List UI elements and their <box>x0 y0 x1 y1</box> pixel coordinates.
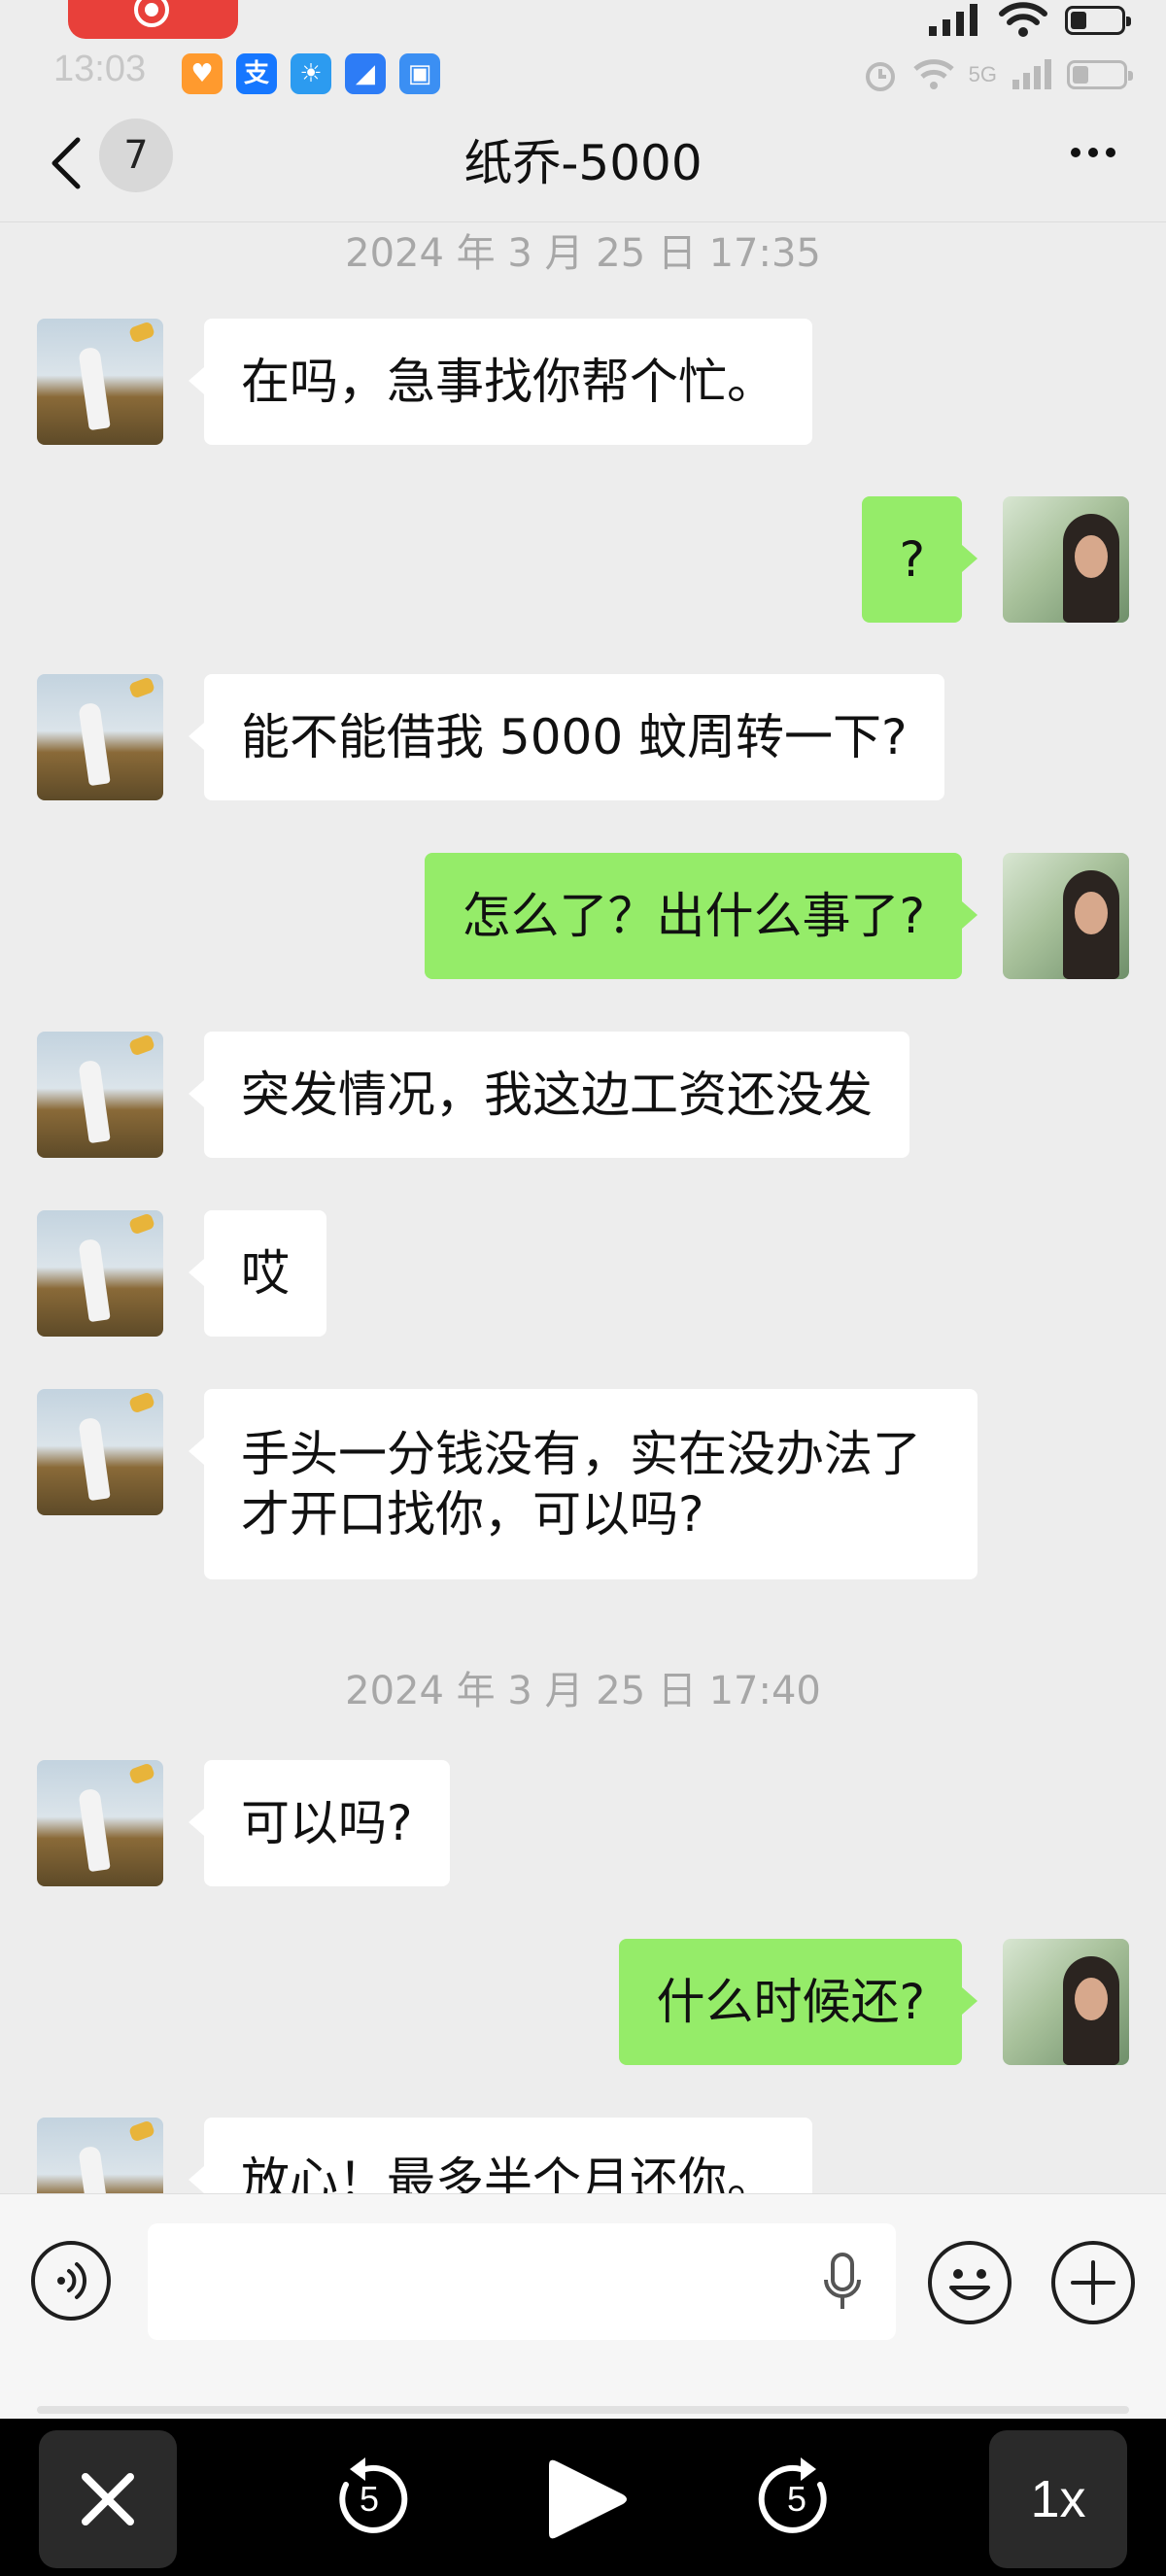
close-icon <box>82 2473 134 2525</box>
rewind-seconds: 5 <box>359 2479 380 2519</box>
play-icon[interactable] <box>539 2430 636 2568</box>
chat-header: 7 纸乔-5000 <box>0 107 1166 222</box>
chat-title: 纸乔-5000 <box>463 135 703 191</box>
playback-controls: 5 5 1x <box>0 2419 1166 2576</box>
smiley-icon <box>949 2269 990 2300</box>
more-functions-button[interactable] <box>1051 2241 1135 2324</box>
battery-small-icon <box>1067 60 1133 89</box>
voice-wave-icon <box>57 2262 87 2299</box>
message-bubble[interactable]: 在吗，急事找你帮个忙。 <box>189 319 812 445</box>
contact-avatar[interactable] <box>37 1389 163 1515</box>
network-type-label: 5G <box>968 62 997 86</box>
alipay-icon: 支 <box>236 53 277 94</box>
compass-app-icon: ◢ <box>345 53 386 94</box>
status-time: 13:03 <box>53 49 147 89</box>
more-options-icon[interactable] <box>1071 148 1115 157</box>
message-bubble[interactable]: 突发情况，我这边工资还没发 <box>189 1032 909 1158</box>
battery-icon <box>1065 6 1131 35</box>
message-bubble[interactable]: 哎 <box>189 1210 326 1337</box>
secondary-status-indicators: 5G <box>862 56 1133 93</box>
forward-seconds: 5 <box>786 2479 807 2519</box>
signal-small-icon <box>1012 59 1051 89</box>
system-indicators <box>927 2 1131 39</box>
microphone-icon[interactable] <box>821 2251 864 2315</box>
forward-button[interactable]: 5 <box>748 2430 845 2568</box>
contact-avatar[interactable] <box>37 1032 163 1158</box>
wifi-icon <box>999 2 1047 37</box>
contact-avatar[interactable] <box>37 1210 163 1337</box>
chat-input-bar <box>0 2193 1166 2420</box>
plus-icon <box>1071 2260 1115 2305</box>
home-indicator <box>37 2406 1129 2414</box>
wifi-small-icon <box>912 59 954 89</box>
message-bubble[interactable]: 放心！最多半个月还你。 <box>189 2118 812 2193</box>
message-bubble[interactable]: ? <box>862 496 977 623</box>
message-bubble[interactable]: 怎么了？出什么事了? <box>425 853 977 979</box>
emoji-button[interactable] <box>928 2241 1012 2324</box>
message-timestamp: 2024 年 3 月 25 日 17:40 <box>345 1669 821 1713</box>
message-bubble[interactable]: 能不能借我 5000 蚊周转一下? <box>189 674 944 800</box>
message-bubble[interactable]: 什么时候还? <box>619 1939 977 2065</box>
message-list[interactable]: 2024 年 3 月 25 日 17:35 在吗，急事找你帮个忙。 ? 能不能借… <box>0 221 1166 2193</box>
user-avatar[interactable] <box>1003 496 1129 623</box>
playback-speed-button[interactable]: 1x <box>989 2430 1127 2568</box>
message-bubble[interactable]: 可以吗? <box>189 1760 450 1886</box>
contact-avatar[interactable] <box>37 319 163 445</box>
cellular-signal-icon <box>929 4 977 36</box>
alarm-icon <box>865 62 895 91</box>
contact-avatar[interactable] <box>37 674 163 800</box>
contact-avatar[interactable] <box>37 2118 163 2193</box>
message-timestamp: 2024 年 3 月 25 日 17:35 <box>345 231 821 276</box>
weather-icon: ☀ <box>291 53 331 94</box>
user-avatar[interactable] <box>1003 1939 1129 2065</box>
message-bubble[interactable]: 手头一分钱没有，实在没办法了才开口找你，可以吗? <box>189 1389 977 1579</box>
contact-avatar[interactable] <box>37 1760 163 1886</box>
message-input[interactable] <box>148 2223 896 2340</box>
notification-app-icons: ♥ 支 ☀ ◢ ▣ <box>182 53 440 94</box>
heart-app-icon: ♥ <box>182 53 223 94</box>
rewind-button[interactable]: 5 <box>321 2430 418 2568</box>
status-bar: 13:03 ♥ 支 ☀ ◢ ▣ 5G <box>0 0 1166 107</box>
voice-input-button[interactable] <box>31 2241 111 2321</box>
wallet-app-icon: ▣ <box>399 53 440 94</box>
user-avatar[interactable] <box>1003 853 1129 979</box>
close-button[interactable] <box>39 2430 177 2568</box>
